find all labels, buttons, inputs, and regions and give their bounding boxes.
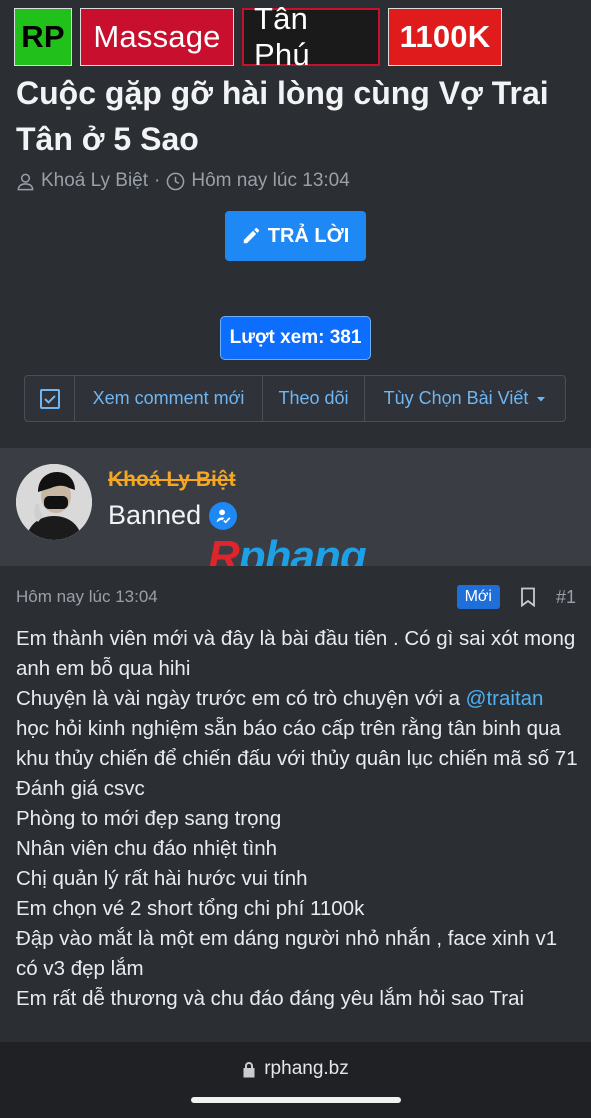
thread-options-label: Tùy Chọn Bài Viết [383, 388, 529, 408]
home-indicator[interactable] [191, 1097, 401, 1103]
prefix-price[interactable]: 1100K [388, 8, 502, 66]
content-line: Chị quản lý rất hài hước vui tính [16, 867, 308, 890]
browser-address-bar: rphang.bz [0, 1042, 591, 1118]
lock-icon [243, 1061, 255, 1077]
content-line: Chuyện là vài ngày trước em có trò chuyệ… [16, 687, 578, 770]
bookmark-icon[interactable] [520, 587, 536, 607]
thread-meta: Khoá Ly Biệt · Hôm nay lúc 13:04 [16, 170, 350, 192]
checkbox-icon [39, 388, 60, 409]
caret-down-icon [537, 396, 546, 401]
user-mention-link[interactable]: @traitan [466, 687, 544, 710]
content-line: Em rất dễ thương và chu đáo đáng yêu lắm… [16, 987, 525, 1010]
reply-button[interactable]: TRẢ LỜI [225, 211, 366, 261]
user-icon [17, 173, 34, 190]
post-time[interactable]: Hôm nay lúc 13:04 [16, 587, 158, 607]
post-number[interactable]: #1 [556, 587, 576, 608]
prefix-district[interactable]: Tân Phú [242, 1, 380, 72]
meta-separator: · [154, 170, 161, 191]
pencil-icon [243, 227, 259, 244]
prefix-category[interactable]: Massage [80, 8, 234, 66]
role-label: Banned [108, 500, 202, 530]
content-line: Nhân viên chu đáo nhiệt tình [16, 837, 277, 860]
verified-icon [209, 501, 238, 530]
thread-action-bar: Xem comment mới Theo dõi Tùy Chọn Bài Vi… [24, 375, 566, 422]
new-badge: Mới [456, 585, 500, 609]
post-content: Em thành viên mới và đây là bài đầu tiên… [16, 624, 581, 1014]
views-counter: Lượt xem: 381 [220, 316, 371, 360]
post-meta: Hôm nay lúc 13:04 Mới #1 [16, 584, 576, 610]
thread-time[interactable]: Hôm nay lúc 13:04 [191, 170, 349, 192]
content-line: Phòng to mới đẹp sang trọng [16, 807, 282, 830]
thread-prefixes: RP Massage Tân Phú 1100K [14, 1, 502, 72]
thread-header: RP Massage Tân Phú 1100K Cuộc gặp gỡ hài… [0, 0, 591, 448]
content-line: Em thành viên mới và đây là bài đầu tiên… [16, 627, 576, 680]
follow-button[interactable]: Theo dõi [263, 376, 365, 421]
post-body: Hôm nay lúc 13:04 Mới #1 Em thành viên m… [0, 566, 591, 1042]
thread-author[interactable]: Khoá Ly Biệt [41, 170, 148, 192]
select-checkbox[interactable] [25, 376, 75, 421]
url-text: rphang.bz [264, 1058, 349, 1079]
clock-icon [167, 172, 185, 190]
thread-title: Cuộc gặp gỡ hài lòng cùng Vợ Trai Tân ở … [16, 75, 549, 157]
reply-label: TRẢ LỜI [267, 224, 350, 247]
view-new-comments-button[interactable]: Xem comment mới [75, 376, 263, 421]
address-url[interactable]: rphang.bz [0, 1058, 591, 1080]
post-author-role: Banned [108, 500, 238, 531]
prefix-rp[interactable]: RP [14, 8, 72, 66]
content-line: Đập vào mắt là một em dáng người nhỏ nhắ… [16, 927, 558, 980]
content-line: Em chọn vé 2 short tổng chi phí 1100k [16, 897, 365, 920]
avatar[interactable] [16, 464, 92, 540]
post-author-name[interactable]: Khoá Ly Biệt [108, 468, 236, 492]
content-line: Đánh giá csvc [16, 777, 145, 800]
thread-options-dropdown[interactable]: Tùy Chọn Bài Viết [365, 376, 565, 421]
